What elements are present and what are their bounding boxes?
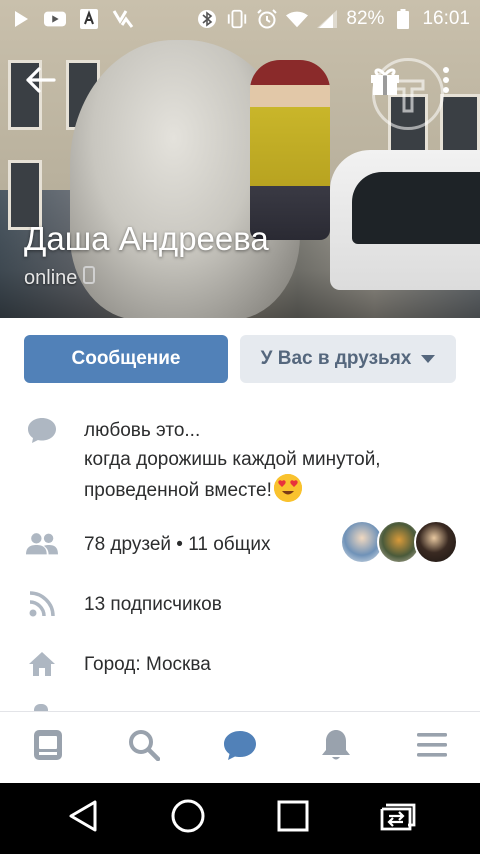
watermark-logo-icon xyxy=(372,58,444,130)
signal-icon xyxy=(316,10,338,28)
city-info: Город: Москва xyxy=(84,654,211,675)
user-status: любовь это... когда дорожишь каждой мину… xyxy=(84,416,381,505)
back-triangle-icon xyxy=(67,799,99,838)
youtube-icon xyxy=(44,10,66,28)
status-line: когда дорожишь каждой минутой, xyxy=(84,449,381,470)
vibrate-icon xyxy=(226,9,248,29)
status-line: любовь это... xyxy=(84,420,201,441)
news-icon xyxy=(33,729,63,766)
tab-news[interactable] xyxy=(24,724,72,772)
home-icon xyxy=(26,648,58,680)
status-bar: 82% 16:01 xyxy=(0,0,480,38)
bluetooth-icon xyxy=(196,10,218,28)
notification-icons xyxy=(10,9,134,29)
online-status: online xyxy=(24,266,96,290)
search-icon xyxy=(128,729,161,766)
profile-actions: Сообщение У Вас в друзьях xyxy=(24,335,456,383)
tab-notifications[interactable] xyxy=(312,724,360,772)
nav-back-button[interactable] xyxy=(59,795,107,843)
recents-square-icon xyxy=(277,800,309,837)
battery-icon xyxy=(392,9,414,29)
notifications-icon xyxy=(321,728,351,767)
check-app-icon xyxy=(112,10,134,28)
tab-menu[interactable] xyxy=(408,724,456,772)
screen-share-icon xyxy=(378,801,418,836)
bottom-tab-bar xyxy=(0,711,480,783)
menu-icon xyxy=(416,732,448,763)
avatar[interactable] xyxy=(414,520,458,564)
speech-bubble-icon xyxy=(26,414,58,446)
status-line-last: проведенной вместе! xyxy=(84,474,381,505)
friends-status-label: У Вас в друзьях xyxy=(260,348,412,369)
play-icon xyxy=(10,10,32,28)
friends-icon xyxy=(26,528,58,560)
nav-home-button[interactable] xyxy=(164,795,212,843)
alarm-icon xyxy=(256,9,278,29)
chevron-down-icon xyxy=(421,355,436,363)
messages-icon xyxy=(223,729,257,766)
android-nav-bar xyxy=(0,783,480,854)
wifi-icon xyxy=(286,10,309,28)
rss-icon xyxy=(26,588,58,620)
mutual-friends-avatars[interactable] xyxy=(340,520,458,564)
clock: 16:01 xyxy=(422,8,470,29)
battery-percent: 82% xyxy=(346,8,385,29)
friends-count[interactable]: 78 друзей • 11 общих xyxy=(84,530,270,559)
tab-messages[interactable] xyxy=(216,724,264,772)
system-icons: 82% 16:01 xyxy=(196,8,470,30)
tab-search[interactable] xyxy=(120,724,168,772)
heart-eyes-emoji-icon xyxy=(273,474,302,502)
friends-status-button[interactable]: У Вас в друзьях xyxy=(240,335,456,383)
online-status-label: online xyxy=(24,266,78,289)
nav-screen-share-button[interactable] xyxy=(374,795,422,843)
followers-count[interactable]: 13 подписчиков xyxy=(84,590,222,619)
back-arrow-icon[interactable] xyxy=(24,64,60,96)
message-button[interactable]: Сообщение xyxy=(24,335,228,383)
home-circle-icon xyxy=(171,799,205,838)
profile-name: Даша Андреева xyxy=(24,220,269,257)
status-line: проведенной вместе! xyxy=(84,480,272,501)
pdf-icon xyxy=(78,9,100,29)
nav-recents-button[interactable] xyxy=(269,795,317,843)
mobile-phone-icon xyxy=(83,266,96,290)
